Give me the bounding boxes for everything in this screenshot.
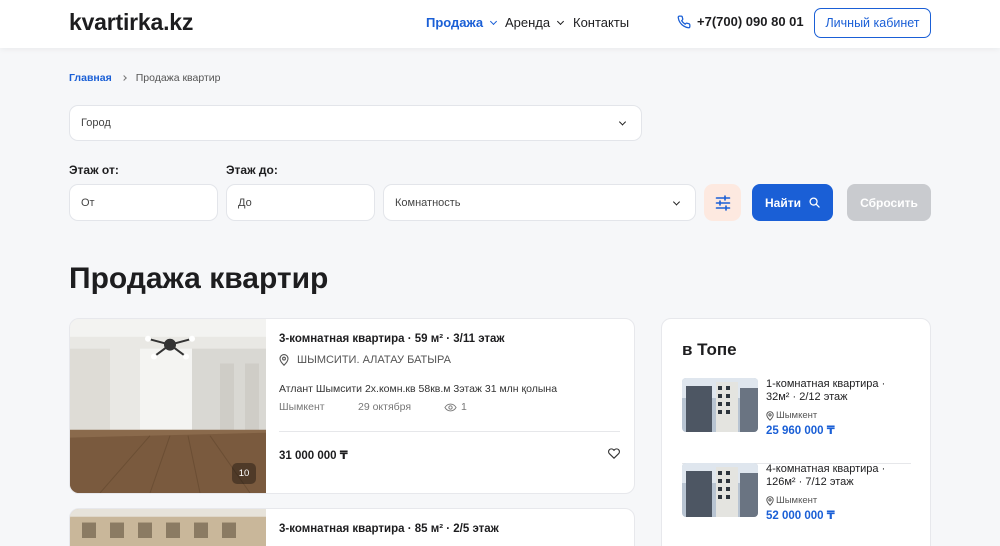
- find-button[interactable]: Найти: [752, 184, 833, 221]
- rooms-select-placeholder: Комнатность: [395, 196, 461, 209]
- listing-description: Атлант Шымсити 2х.комн.кв 58кв.м 3этаж 3…: [279, 383, 558, 395]
- listing-title[interactable]: 3-комнатная квартира · 85 м² · 2/5 этаж: [279, 523, 499, 535]
- floor-from-label: Этаж от:: [69, 163, 119, 177]
- find-button-label: Найти: [765, 195, 801, 210]
- top-item-name[interactable]: 1-комнатная квартира · 32м² · 2/12 этаж: [766, 378, 906, 404]
- top-panel-title: в Топе: [682, 340, 737, 359]
- chevron-down-icon: [618, 118, 627, 126]
- listing-date: 29 октября: [358, 401, 412, 413]
- card-divider: [279, 431, 620, 432]
- nav-rent[interactable]: Аренда: [505, 15, 565, 30]
- site-header: kvartirka.kz Продажа Аренда Контакты +7(…: [0, 0, 1000, 48]
- breadcrumb-current: Продажа квартир: [135, 72, 221, 84]
- top-item[interactable]: 1-комнатная квартира · 32м² · 2/12 этаж …: [682, 378, 911, 464]
- chevron-down-icon: [490, 17, 498, 25]
- sliders-icon: [715, 194, 730, 211]
- listing-views: 1: [444, 401, 467, 413]
- listing-views-count: 1: [461, 401, 467, 413]
- site-logo[interactable]: kvartirka.kz: [69, 9, 193, 36]
- heart-icon[interactable]: [608, 448, 620, 459]
- listing-price: 31 000 000 ₸: [279, 450, 348, 462]
- top-item-photo[interactable]: [682, 378, 758, 432]
- breadcrumb-home[interactable]: Главная: [69, 72, 112, 84]
- floor-to-input[interactable]: [226, 184, 375, 221]
- nav-contacts-label: Контакты: [573, 15, 630, 30]
- listing-card[interactable]: 10 3-комнатная квартира · 59 м² · 3/11 э…: [69, 318, 635, 494]
- city-select-placeholder: Город: [81, 117, 111, 129]
- listing-city: Шымкент: [279, 401, 325, 413]
- floor-to-label: Этаж до:: [226, 163, 278, 177]
- nav-sale-label: Продажа: [426, 15, 484, 30]
- top-listings-panel: в Топе 1-комнатная квартира · 32м² · 2/1…: [661, 318, 931, 546]
- floor-from-input[interactable]: [69, 184, 218, 221]
- nav-rent-label: Аренда: [505, 15, 551, 30]
- nav-contacts[interactable]: Контакты: [573, 15, 629, 30]
- chevron-right-icon: [120, 75, 127, 81]
- top-item-city-text: Шымкент: [776, 410, 818, 421]
- rooms-select[interactable]: Комнатность: [383, 184, 696, 221]
- location-pin-icon: [766, 495, 774, 506]
- advanced-filter-button[interactable]: [704, 184, 741, 221]
- page-title: Продажа квартир: [69, 262, 329, 295]
- reset-button[interactable]: Сбросить: [847, 184, 931, 221]
- listing-photo[interactable]: [70, 509, 266, 546]
- photo-count-badge: 10: [232, 463, 256, 484]
- eye-icon: [444, 403, 457, 411]
- top-item-price: 52 000 000 ₸: [766, 510, 835, 522]
- phone-link[interactable]: +7(700) 090 80 01: [677, 14, 804, 29]
- phone-number: +7(700) 090 80 01: [697, 14, 804, 29]
- top-item-city-text: Шымкент: [776, 495, 818, 506]
- location-pin-icon: [279, 354, 289, 366]
- listing-address: ШЫМСИТИ. АЛАТАУ БАТЫРА: [279, 354, 451, 366]
- listing-meta: Шымкент 29 октября 1: [279, 401, 467, 413]
- top-item[interactable]: 4-комнатная квартира · 126м² · 7/12 этаж…: [682, 463, 911, 546]
- listing-title[interactable]: 3-комнатная квартира · 59 м² · 3/11 этаж: [279, 333, 505, 345]
- top-item-price: 25 960 000 ₸: [766, 425, 835, 437]
- search-icon: [809, 197, 820, 208]
- top-item-city: Шымкент: [766, 495, 817, 506]
- phone-icon: [677, 15, 691, 28]
- top-item-name[interactable]: 4-комнатная квартира · 126м² · 7/12 этаж: [766, 463, 906, 489]
- top-item-city: Шымкент: [766, 410, 817, 421]
- city-select[interactable]: Город: [69, 105, 642, 141]
- nav-sale[interactable]: Продажа: [426, 15, 498, 30]
- listing-card[interactable]: 3-комнатная квартира · 85 м² · 2/5 этаж: [69, 508, 635, 546]
- top-item-photo[interactable]: [682, 463, 758, 517]
- location-pin-icon: [766, 410, 774, 421]
- chevron-down-icon: [557, 17, 565, 25]
- personal-cabinet-button[interactable]: Личный кабинет: [814, 8, 931, 38]
- breadcrumb: Главная Продажа квартир: [69, 72, 220, 84]
- chevron-down-icon: [672, 197, 681, 206]
- listing-address-text: ШЫМСИТИ. АЛАТАУ БАТЫРА: [297, 354, 451, 366]
